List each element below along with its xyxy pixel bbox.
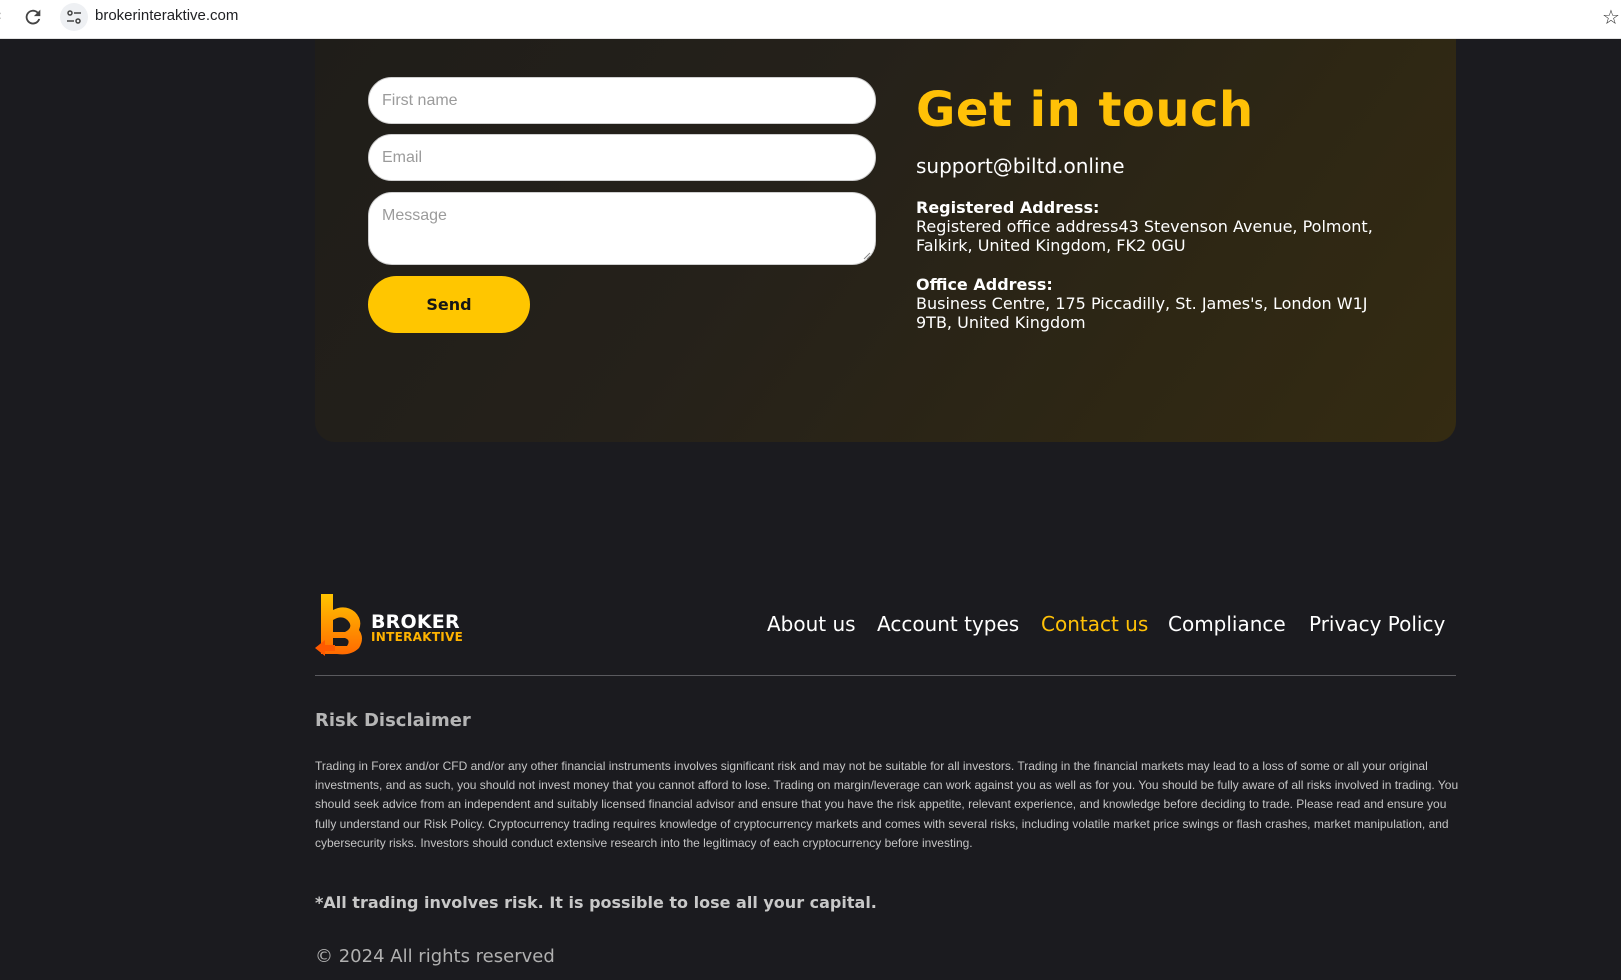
- footer-nav-compliance[interactable]: Compliance: [1168, 612, 1286, 636]
- first-name-input[interactable]: First name: [368, 77, 876, 124]
- reload-icon[interactable]: [22, 6, 44, 28]
- footer-nav-account-types[interactable]: Account types: [877, 612, 1019, 636]
- office-address-text: Business Centre, 175 Piccadilly, St. Jam…: [916, 294, 1368, 332]
- risk-disclaimer-text: Trading in Forex and/or CFD and/or any o…: [315, 759, 1459, 850]
- logo-text-interaktive: INTERAKTIVE: [371, 630, 464, 644]
- email-placeholder: Email: [382, 149, 423, 166]
- contact-heading: Get in touch: [916, 82, 1254, 138]
- copyright: © 2024 All rights reserved: [315, 946, 555, 967]
- resize-grip-icon[interactable]: [863, 252, 871, 260]
- bookmark-star-icon[interactable]: ☆: [1602, 5, 1620, 29]
- email-input[interactable]: Email: [368, 134, 876, 181]
- first-name-placeholder: First name: [382, 92, 458, 109]
- registered-address-text: Registered office address43 Stevenson Av…: [916, 217, 1373, 255]
- message-placeholder: Message: [382, 207, 447, 224]
- footer-nav-privacy[interactable]: Privacy Policy: [1309, 612, 1445, 636]
- address-bar-url[interactable]: brokerinteraktive.com: [95, 7, 238, 24]
- registered-address: Registered Address: Registered office ad…: [916, 198, 1386, 255]
- risk-warning: *All trading involves risk. It is possib…: [315, 893, 877, 912]
- office-address: Office Address: Business Centre, 175 Pic…: [916, 275, 1386, 332]
- footer-nav-about[interactable]: About us: [767, 612, 856, 636]
- logo-mark-icon: [315, 594, 362, 656]
- message-textarea[interactable]: Message: [368, 192, 876, 265]
- footer-nav-contact[interactable]: Contact us: [1041, 612, 1148, 636]
- risk-disclaimer-heading: Risk Disclaimer: [315, 710, 471, 731]
- registered-address-label: Registered Address:: [916, 198, 1100, 217]
- send-button[interactable]: Send: [368, 276, 530, 333]
- office-address-label: Office Address:: [916, 275, 1053, 294]
- brand-logo[interactable]: BROKER INTERAKTIVE: [315, 590, 464, 656]
- browser-toolbar: ‹ brokerinteraktive.com ☆: [0, 0, 1621, 39]
- back-icon[interactable]: ‹: [0, 8, 2, 24]
- site-info-icon[interactable]: [60, 3, 88, 31]
- footer-divider: [315, 675, 1456, 676]
- support-email[interactable]: support@biltd.online: [916, 154, 1125, 178]
